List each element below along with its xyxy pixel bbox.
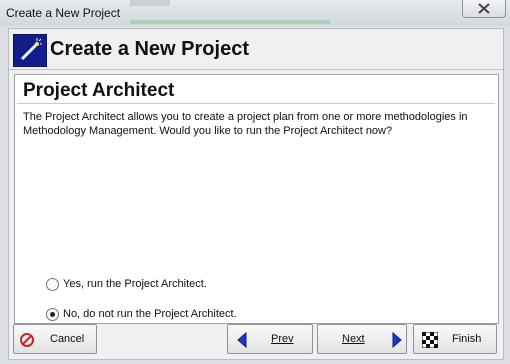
right-arrow-icon: [391, 331, 403, 353]
magic-wand-icon: [13, 34, 47, 67]
cancel-button[interactable]: Cancel: [13, 324, 97, 354]
next-label: Next: [342, 333, 365, 345]
cancel-label: Cancel: [50, 333, 85, 345]
close-icon: [478, 3, 490, 14]
finish-button[interactable]: Finish: [413, 324, 497, 354]
prev-label: Prev: [271, 333, 294, 345]
window-title: Create a New Project: [6, 6, 121, 20]
panel-description: The Project Architect allows you to crea…: [23, 111, 468, 137]
radio-button[interactable]: [46, 278, 59, 291]
background-artifact: [130, 20, 330, 24]
finish-label: Finish: [452, 333, 482, 345]
dialog-window: Create a New Project Create a New Projec…: [0, 0, 510, 364]
divider: [17, 103, 495, 104]
title-bar: Create a New Project: [0, 0, 510, 26]
option-label: No, do not run the Project Architect.: [63, 308, 237, 320]
checkered-flag-icon: [421, 331, 439, 353]
panel-title: Project Architect: [23, 80, 175, 101]
option-label: Yes, run the Project Architect.: [63, 278, 207, 290]
wizard-header: Create a New Project: [9, 29, 503, 70]
left-arrow-icon: [236, 331, 248, 353]
page-title: Create a New Project: [50, 38, 249, 60]
background-artifact: [130, 0, 170, 6]
no-entry-icon: [19, 332, 35, 353]
radio-button[interactable]: [46, 308, 59, 321]
next-button[interactable]: Next: [317, 324, 407, 354]
close-button[interactable]: [462, 0, 506, 18]
content-panel: Project Architect The Project Architect …: [14, 74, 499, 324]
wizard-frame: Create a New Project Project Architect T…: [8, 28, 504, 360]
prev-button[interactable]: Prev: [227, 324, 313, 354]
